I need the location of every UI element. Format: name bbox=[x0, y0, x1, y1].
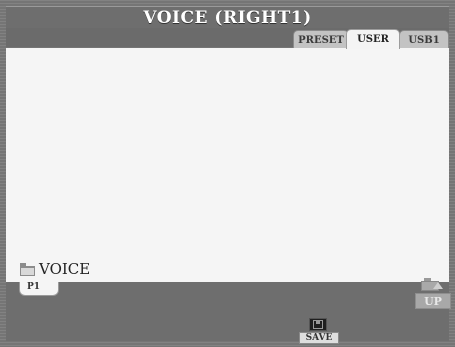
bottom-bar bbox=[6, 282, 449, 341]
tab-user[interactable]: USER bbox=[346, 29, 400, 49]
save-button[interactable]: SAVE bbox=[296, 316, 342, 346]
page-tab-p1[interactable]: P1 bbox=[19, 282, 59, 296]
current-folder: VOICE bbox=[20, 260, 91, 278]
folder-label: VOICE bbox=[39, 260, 91, 278]
tab-preset[interactable]: PRESET bbox=[293, 30, 349, 48]
up-arrow-icon bbox=[433, 282, 443, 289]
window-title: VOICE (RIGHT1) bbox=[143, 8, 312, 28]
voice-selection-screen: VOICE (RIGHT1) PRESET USB1 USER VOICE P1… bbox=[0, 0, 455, 347]
tab-usb1[interactable]: USB1 bbox=[399, 30, 449, 48]
floppy-disk-icon bbox=[313, 320, 323, 329]
title-bar: VOICE (RIGHT1) bbox=[6, 6, 449, 29]
folder-icon bbox=[20, 262, 35, 276]
file-list-area bbox=[6, 48, 449, 282]
up-button[interactable]: UP bbox=[415, 278, 451, 309]
save-button-label: SAVE bbox=[299, 332, 339, 344]
up-button-label: UP bbox=[415, 293, 451, 309]
